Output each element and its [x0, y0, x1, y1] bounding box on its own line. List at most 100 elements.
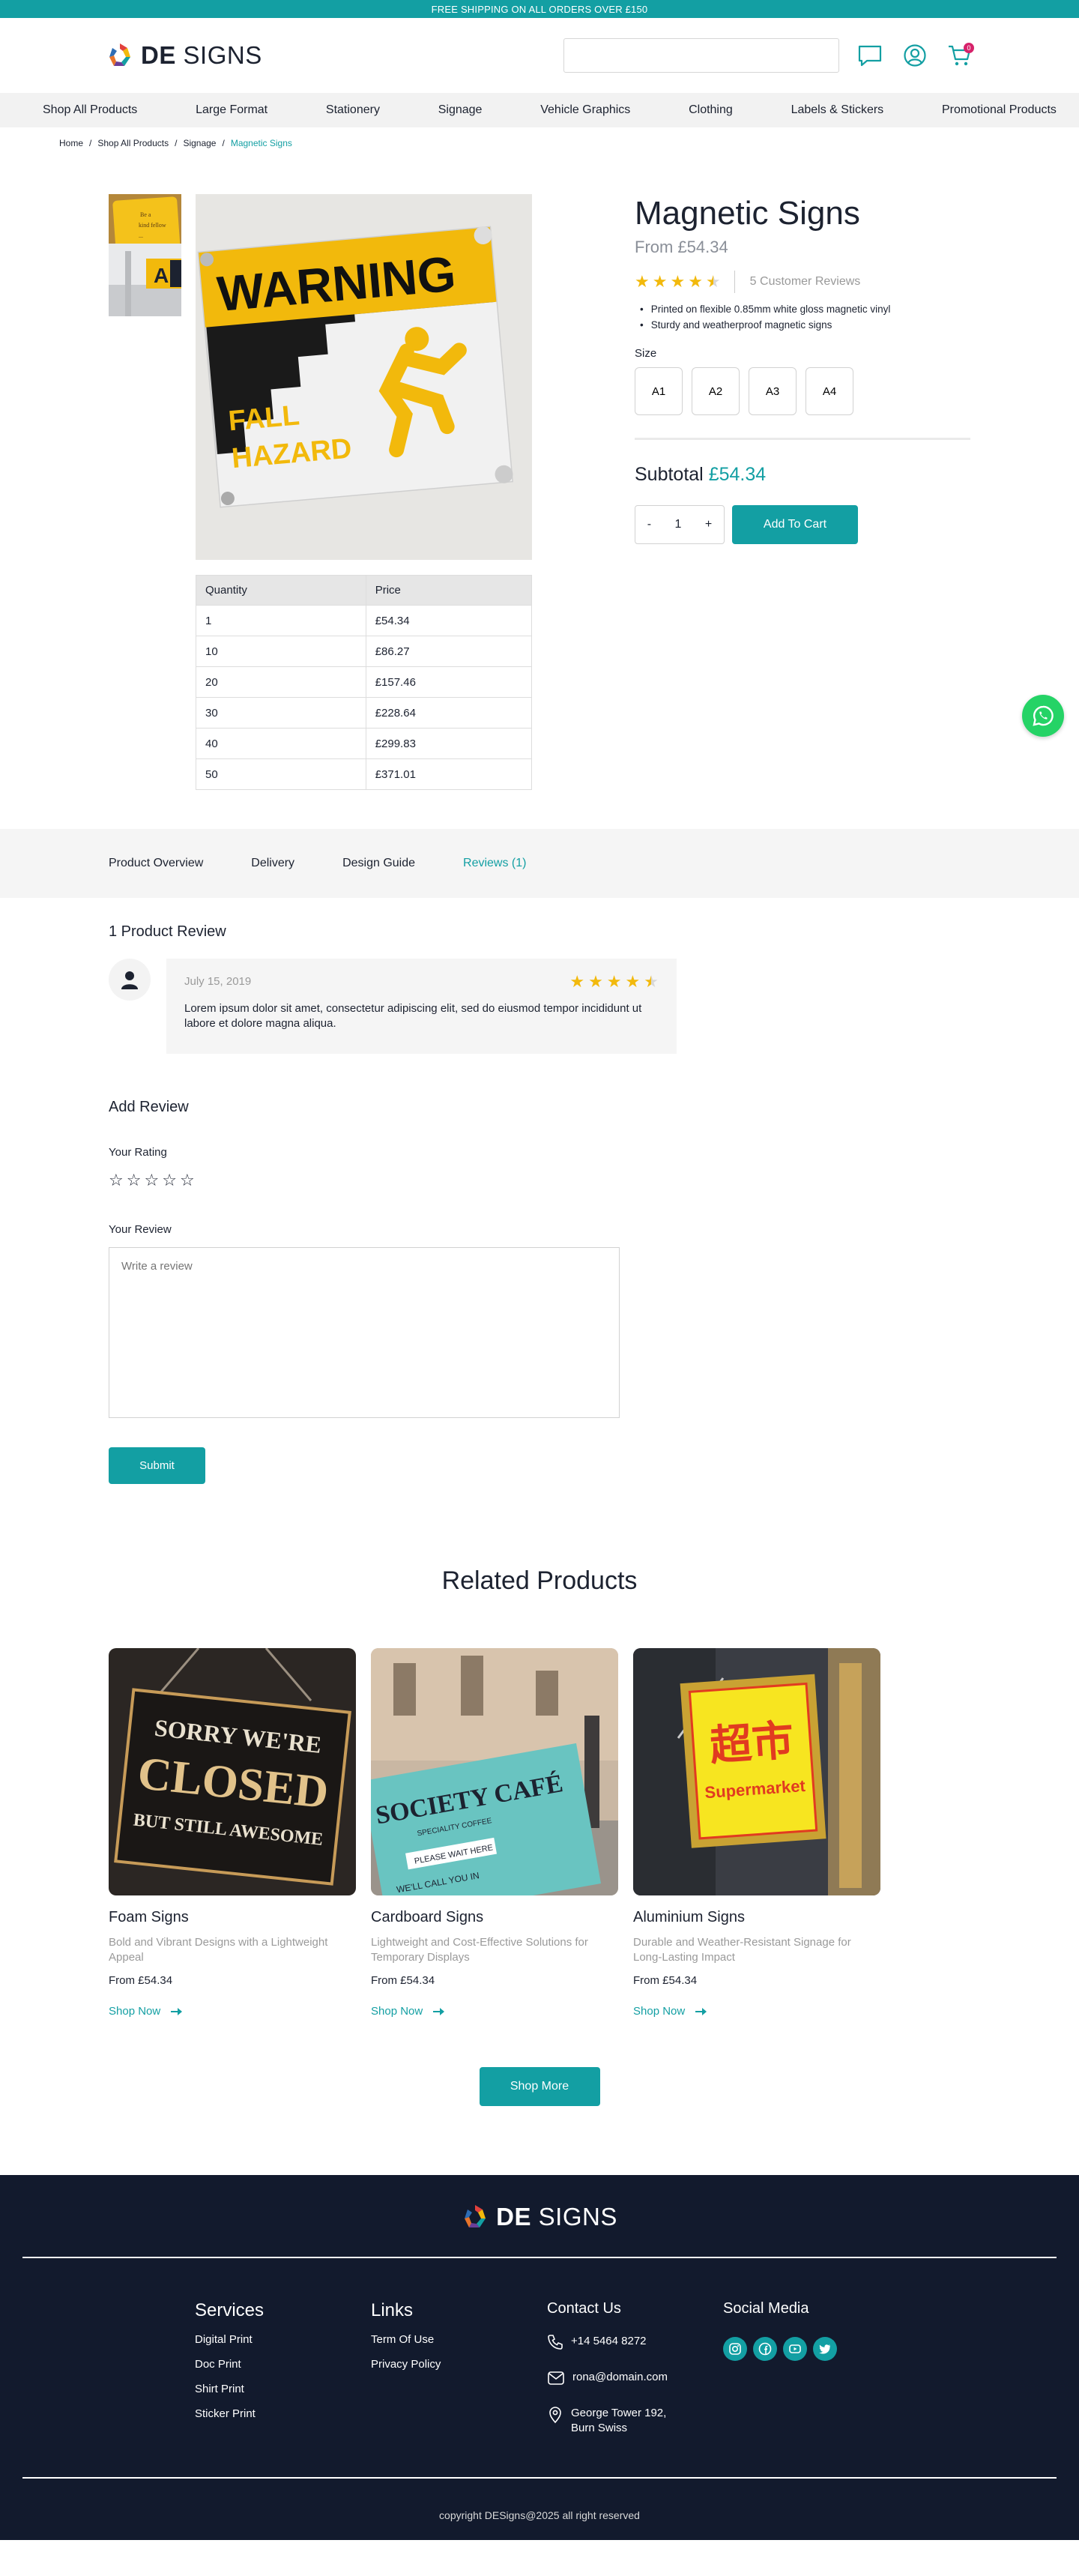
price-table: Quantity Price 1 £54.34 10 £86.27 20 £157.46…	[196, 575, 533, 790]
tab-reviews[interactable]: Reviews (1)	[463, 857, 526, 870]
price-cell: £157.46	[365, 666, 533, 698]
star-outline-icon[interactable]: ☆	[162, 1172, 177, 1189]
cart-icon[interactable]: 0	[946, 41, 974, 70]
foam-signs-image[interactable]: SORRY WE'RE CLOSED BUT STILL AWESOME	[109, 1648, 356, 1895]
product-card[interactable]: SORRY WE'RE CLOSED BUT STILL AWESOME Foa…	[109, 1648, 356, 2018]
links-title: Links	[371, 2300, 414, 2320]
site-logo[interactable]: DE SIGNS	[106, 40, 262, 70]
cardboard-signs-image[interactable]: SOCIETY CAFÉ SPECIALITY COFFEE PLEASE WA…	[371, 1648, 618, 1895]
star-outline-icon[interactable]: ☆	[180, 1172, 195, 1189]
footer-link-sticker-print[interactable]: Sticker Print	[195, 2407, 264, 2420]
breadcrumb-separator: /	[89, 138, 92, 148]
star-full-icon: ★	[688, 272, 703, 291]
size-option-a1[interactable]: A1	[635, 367, 683, 415]
size-option-a2[interactable]: A2	[692, 367, 740, 415]
svg-text:A: A	[154, 264, 169, 287]
thumbnail-2[interactable]: A	[109, 244, 181, 316]
shop-now-label: Shop Now	[371, 2005, 423, 2018]
nav-labels-stickers[interactable]: Labels & Stickers	[791, 103, 884, 117]
shop-more-button[interactable]: Shop More	[479, 2067, 600, 2106]
search-input[interactable]	[563, 38, 839, 73]
footer-link-privacy[interactable]: Privacy Policy	[371, 2358, 441, 2371]
product-card[interactable]: 超市 Supermarket Aluminium Signs Durable a…	[633, 1648, 880, 2018]
tab-product-overview[interactable]: Product Overview	[109, 857, 203, 870]
add-to-cart-button[interactable]: Add To Cart	[732, 505, 858, 544]
phone-number: +14 5464 8272	[571, 2335, 647, 2347]
contact-address: George Tower 192, Burn Swiss	[547, 2406, 668, 2436]
chat-icon[interactable]	[856, 41, 884, 70]
subtotal-value: £54.34	[708, 464, 767, 485]
svg-text:Be a: Be a	[140, 211, 151, 218]
table-row: 40 £299.83	[196, 728, 533, 759]
nav-promotional-products[interactable]: Promotional Products	[942, 103, 1057, 117]
subtotal-label: Subtotal	[635, 464, 704, 485]
facebook-icon[interactable]	[753, 2337, 777, 2361]
quantity-value[interactable]: 1	[675, 518, 682, 531]
shop-now-link[interactable]: Shop Now	[109, 2005, 356, 2018]
nav-signage[interactable]: Signage	[438, 103, 483, 117]
main-nav: Shop All Products Large Format Stationer…	[0, 93, 1079, 127]
product-name[interactable]: Cardboard Signs	[371, 1909, 618, 1926]
subtotal: Subtotal £54.34	[635, 464, 970, 486]
your-review-label: Your Review	[109, 1223, 172, 1236]
star-outline-icon[interactable]: ☆	[144, 1172, 159, 1189]
submit-review-button[interactable]: Submit	[109, 1447, 205, 1484]
quantity-increase-button[interactable]: +	[705, 518, 712, 531]
contact-email[interactable]: rona@domain.com	[547, 2370, 668, 2386]
breadcrumb-home[interactable]: Home	[59, 138, 83, 157]
user-icon[interactable]	[901, 41, 929, 70]
youtube-icon[interactable]	[783, 2337, 807, 2361]
star-full-icon: ★	[625, 972, 641, 991]
price-cell: £54.34	[365, 605, 533, 636]
product-from-price: From £54.34	[635, 238, 728, 256]
nav-vehicle-graphics[interactable]: Vehicle Graphics	[540, 103, 630, 117]
footer-logo[interactable]: DE SIGNS	[0, 2202, 1079, 2232]
shop-now-link[interactable]: Shop Now	[371, 2005, 618, 2018]
size-option-a3[interactable]: A3	[749, 367, 797, 415]
nav-large-format[interactable]: Large Format	[196, 103, 268, 117]
user-avatar-icon	[121, 971, 138, 989]
product-price: From £54.34	[109, 1974, 173, 1987]
review-textarea[interactable]	[109, 1247, 620, 1418]
aluminium-signs-image[interactable]: 超市 Supermarket	[633, 1648, 880, 1895]
star-outline-icon[interactable]: ☆	[109, 1172, 124, 1189]
footer-link-doc-print[interactable]: Doc Print	[195, 2358, 264, 2371]
svg-text:...: ...	[139, 232, 143, 239]
product-name[interactable]: Foam Signs	[109, 1909, 356, 1926]
tab-design-guide[interactable]: Design Guide	[342, 857, 415, 870]
whatsapp-chat-button[interactable]	[1022, 695, 1064, 737]
product-card[interactable]: SOCIETY CAFÉ SPECIALITY COFFEE PLEASE WA…	[371, 1648, 618, 2018]
breadcrumb-signage[interactable]: Signage	[183, 138, 216, 157]
nav-clothing[interactable]: Clothing	[689, 103, 733, 117]
related-products-section: Related Products SORRY WE'RE CLOSED BUT …	[0, 1566, 1079, 2106]
price-table-header: Price	[365, 575, 533, 606]
contact-phone[interactable]: +14 5464 8272	[547, 2334, 668, 2350]
instagram-icon[interactable]	[723, 2337, 747, 2361]
footer-link-terms[interactable]: Term Of Use	[371, 2333, 441, 2346]
customer-reviews-link[interactable]: 5 Customer Reviews	[750, 275, 861, 289]
arrow-right-icon	[433, 2007, 445, 2015]
star-full-icon: ★	[652, 272, 668, 291]
nav-stationery[interactable]: Stationery	[326, 103, 380, 117]
price-cell: £86.27	[365, 636, 533, 667]
quantity-decrease-button[interactable]: -	[647, 518, 651, 531]
star-full-icon: ★	[670, 272, 686, 291]
nav-shop-all[interactable]: Shop All Products	[43, 103, 137, 117]
product-description: Lightweight and Cost-Effective Solutions…	[371, 1936, 588, 1964]
table-row: 1 £54.34	[196, 605, 533, 636]
shop-now-link[interactable]: Shop Now	[633, 2005, 880, 2018]
logo-bold: DE	[496, 2203, 531, 2230]
quantity-stepper: - 1 +	[635, 505, 725, 544]
breadcrumb-shop-all[interactable]: Shop All Products	[97, 138, 169, 157]
product-name[interactable]: Aluminium Signs	[633, 1909, 880, 1926]
product-features: Printed on flexible 0.85mm white gloss m…	[635, 304, 970, 331]
twitter-icon[interactable]	[813, 2337, 837, 2361]
size-option-a4[interactable]: A4	[806, 367, 853, 415]
address-line-2: Burn Swiss	[571, 2422, 628, 2434]
aluminium-image-text: 超市	[708, 1716, 795, 1771]
footer-link-shirt-print[interactable]: Shirt Print	[195, 2383, 264, 2395]
star-outline-icon[interactable]: ☆	[127, 1172, 142, 1189]
product-description: Durable and Weather-Resistant Signage fo…	[633, 1936, 851, 1964]
footer-link-digital-print[interactable]: Digital Print	[195, 2333, 264, 2346]
tab-delivery[interactable]: Delivery	[251, 857, 294, 870]
